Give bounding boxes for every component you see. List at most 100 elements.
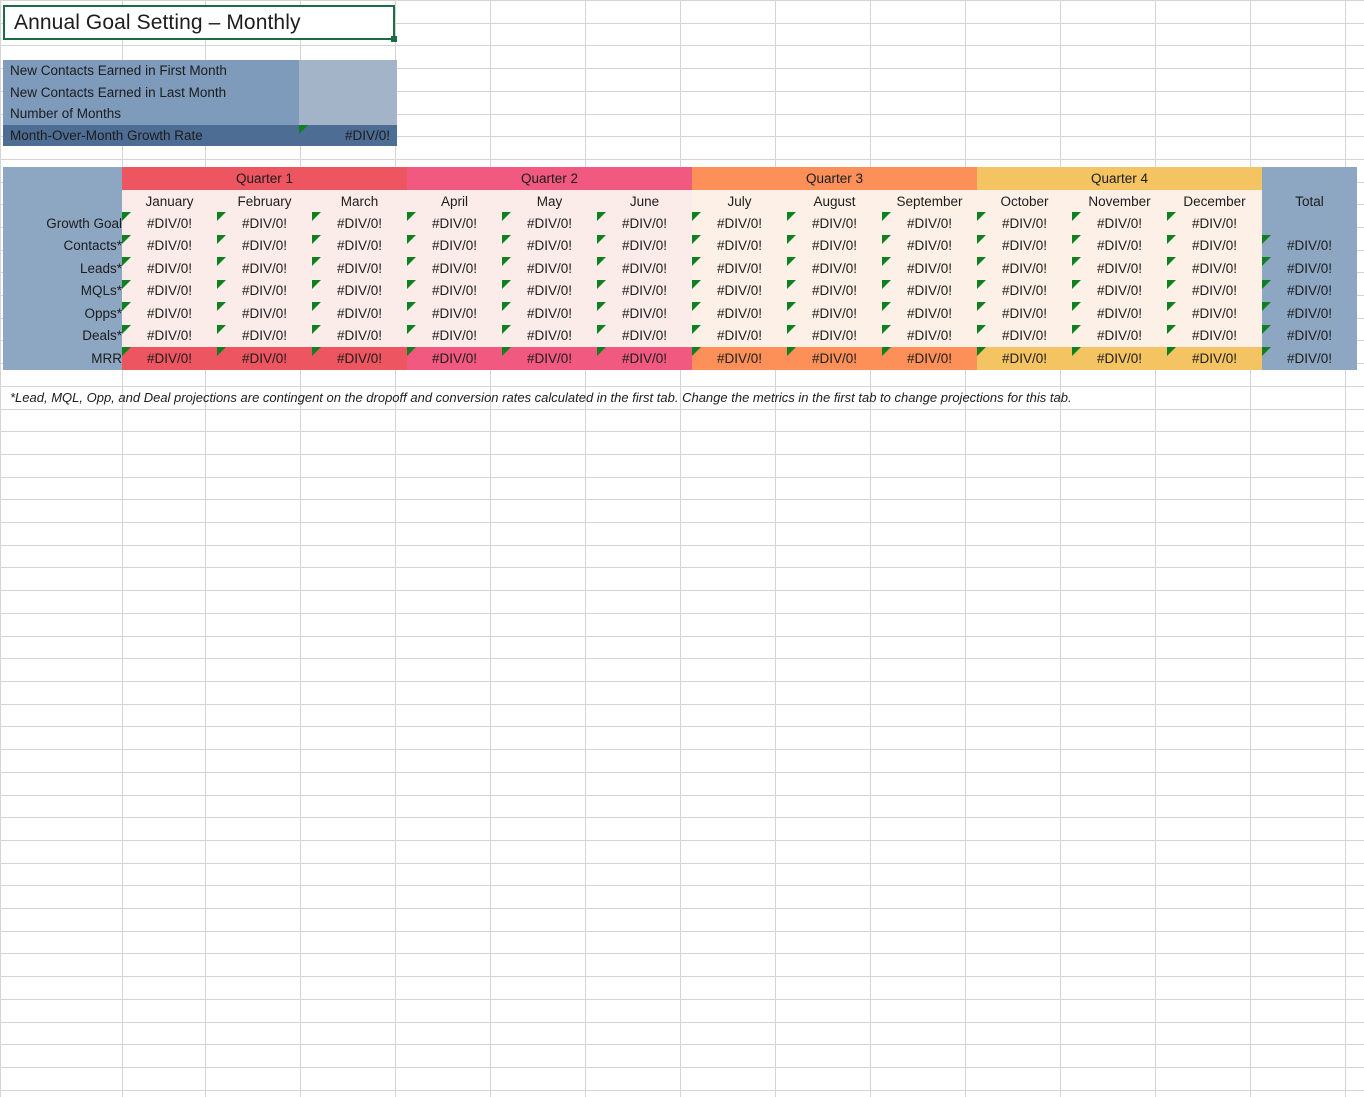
cell-growthgoal-january[interactable]: #DIV/0! <box>122 212 217 235</box>
cell-leads-august[interactable]: #DIV/0! <box>787 257 882 280</box>
selection-fill-handle[interactable] <box>391 36 397 42</box>
cell-deals-march[interactable]: #DIV/0! <box>312 324 407 347</box>
cell-mqls-total[interactable]: #DIV/0! <box>1262 279 1357 302</box>
cell-contacts-december[interactable]: #DIV/0! <box>1167 234 1262 257</box>
cell-mqls-september[interactable]: #DIV/0! <box>882 279 977 302</box>
cell-leads-december[interactable]: #DIV/0! <box>1167 257 1262 280</box>
cell-growthgoal-july[interactable]: #DIV/0! <box>692 212 787 235</box>
cell-opps-july[interactable]: #DIV/0! <box>692 302 787 325</box>
cell-contacts-august[interactable]: #DIV/0! <box>787 234 882 257</box>
cell-opps-december[interactable]: #DIV/0! <box>1167 302 1262 325</box>
assumption-value-input[interactable] <box>299 81 397 103</box>
cell-mrr-september[interactable]: #DIV/0! <box>882 347 977 370</box>
cell-growthgoal-april[interactable]: #DIV/0! <box>407 212 502 235</box>
cell-opps-november[interactable]: #DIV/0! <box>1072 302 1167 325</box>
cell-opps-june[interactable]: #DIV/0! <box>597 302 692 325</box>
cell-mrr-june[interactable]: #DIV/0! <box>597 347 692 370</box>
cell-mrr-march[interactable]: #DIV/0! <box>312 347 407 370</box>
cell-mqls-august[interactable]: #DIV/0! <box>787 279 882 302</box>
cell-contacts-march[interactable]: #DIV/0! <box>312 234 407 257</box>
cell-value: #DIV/0! <box>716 215 763 231</box>
cell-mqls-january[interactable]: #DIV/0! <box>122 279 217 302</box>
cell-deals-may[interactable]: #DIV/0! <box>502 324 597 347</box>
cell-mqls-april[interactable]: #DIV/0! <box>407 279 502 302</box>
cell-mrr-february[interactable]: #DIV/0! <box>217 347 312 370</box>
cell-leads-november[interactable]: #DIV/0! <box>1072 257 1167 280</box>
cell-mqls-october[interactable]: #DIV/0! <box>977 279 1072 302</box>
cell-contacts-june[interactable]: #DIV/0! <box>597 234 692 257</box>
cell-growthgoal-october[interactable]: #DIV/0! <box>977 212 1072 235</box>
assumption-value-input[interactable] <box>299 103 397 125</box>
cell-mrr-may[interactable]: #DIV/0! <box>502 347 597 370</box>
cell-leads-total[interactable]: #DIV/0! <box>1262 257 1357 280</box>
cell-leads-january[interactable]: #DIV/0! <box>122 257 217 280</box>
cell-mqls-february[interactable]: #DIV/0! <box>217 279 312 302</box>
cell-opps-march[interactable]: #DIV/0! <box>312 302 407 325</box>
cell-deals-july[interactable]: #DIV/0! <box>692 324 787 347</box>
cell-deals-august[interactable]: #DIV/0! <box>787 324 882 347</box>
cell-mqls-november[interactable]: #DIV/0! <box>1072 279 1167 302</box>
cell-value: #DIV/0! <box>621 215 668 231</box>
cell-contacts-january[interactable]: #DIV/0! <box>122 234 217 257</box>
cell-contacts-november[interactable]: #DIV/0! <box>1072 234 1167 257</box>
cell-growthgoal-february[interactable]: #DIV/0! <box>217 212 312 235</box>
cell-contacts-october[interactable]: #DIV/0! <box>977 234 1072 257</box>
cell-deals-february[interactable]: #DIV/0! <box>217 324 312 347</box>
cell-deals-december[interactable]: #DIV/0! <box>1167 324 1262 347</box>
cell-mqls-may[interactable]: #DIV/0! <box>502 279 597 302</box>
cell-mrr-november[interactable]: #DIV/0! <box>1072 347 1167 370</box>
comment-flag-icon <box>1072 302 1081 311</box>
cell-growthgoal-november[interactable]: #DIV/0! <box>1072 212 1167 235</box>
cell-deals-september[interactable]: #DIV/0! <box>882 324 977 347</box>
cell-leads-july[interactable]: #DIV/0! <box>692 257 787 280</box>
cell-mqls-june[interactable]: #DIV/0! <box>597 279 692 302</box>
cell-contacts-total[interactable]: #DIV/0! <box>1262 234 1357 257</box>
cell-growthgoal-total[interactable] <box>1262 212 1357 235</box>
cell-deals-june[interactable]: #DIV/0! <box>597 324 692 347</box>
cell-deals-april[interactable]: #DIV/0! <box>407 324 502 347</box>
cell-mqls-july[interactable]: #DIV/0! <box>692 279 787 302</box>
cell-contacts-september[interactable]: #DIV/0! <box>882 234 977 257</box>
cell-leads-june[interactable]: #DIV/0! <box>597 257 692 280</box>
cell-leads-march[interactable]: #DIV/0! <box>312 257 407 280</box>
cell-contacts-april[interactable]: #DIV/0! <box>407 234 502 257</box>
cell-deals-january[interactable]: #DIV/0! <box>122 324 217 347</box>
cell-opps-may[interactable]: #DIV/0! <box>502 302 597 325</box>
cell-mrr-december[interactable]: #DIV/0! <box>1167 347 1262 370</box>
cell-opps-september[interactable]: #DIV/0! <box>882 302 977 325</box>
assumption-value-result[interactable]: #DIV/0! <box>299 124 397 146</box>
cell-mrr-july[interactable]: #DIV/0! <box>692 347 787 370</box>
cell-growthgoal-june[interactable]: #DIV/0! <box>597 212 692 235</box>
cell-growthgoal-may[interactable]: #DIV/0! <box>502 212 597 235</box>
cell-contacts-may[interactable]: #DIV/0! <box>502 234 597 257</box>
cell-mqls-march[interactable]: #DIV/0! <box>312 279 407 302</box>
sheet-title-cell[interactable]: Annual Goal Setting – Monthly <box>3 5 395 40</box>
cell-deals-november[interactable]: #DIV/0! <box>1072 324 1167 347</box>
cell-opps-january[interactable]: #DIV/0! <box>122 302 217 325</box>
cell-growthgoal-march[interactable]: #DIV/0! <box>312 212 407 235</box>
cell-mrr-october[interactable]: #DIV/0! <box>977 347 1072 370</box>
cell-leads-april[interactable]: #DIV/0! <box>407 257 502 280</box>
cell-contacts-february[interactable]: #DIV/0! <box>217 234 312 257</box>
cell-leads-september[interactable]: #DIV/0! <box>882 257 977 280</box>
cell-mrr-january[interactable]: #DIV/0! <box>122 347 217 370</box>
cell-mqls-december[interactable]: #DIV/0! <box>1167 279 1262 302</box>
cell-mrr-april[interactable]: #DIV/0! <box>407 347 502 370</box>
cell-mrr-total[interactable]: #DIV/0! <box>1262 347 1357 370</box>
cell-contacts-july[interactable]: #DIV/0! <box>692 234 787 257</box>
cell-growthgoal-august[interactable]: #DIV/0! <box>787 212 882 235</box>
cell-opps-october[interactable]: #DIV/0! <box>977 302 1072 325</box>
cell-opps-august[interactable]: #DIV/0! <box>787 302 882 325</box>
assumption-value-input[interactable] <box>299 60 397 82</box>
cell-opps-april[interactable]: #DIV/0! <box>407 302 502 325</box>
cell-leads-may[interactable]: #DIV/0! <box>502 257 597 280</box>
cell-mrr-august[interactable]: #DIV/0! <box>787 347 882 370</box>
cell-opps-february[interactable]: #DIV/0! <box>217 302 312 325</box>
cell-leads-october[interactable]: #DIV/0! <box>977 257 1072 280</box>
cell-growthgoal-december[interactable]: #DIV/0! <box>1167 212 1262 235</box>
cell-deals-total[interactable]: #DIV/0! <box>1262 324 1357 347</box>
cell-deals-october[interactable]: #DIV/0! <box>977 324 1072 347</box>
cell-leads-february[interactable]: #DIV/0! <box>217 257 312 280</box>
cell-opps-total[interactable]: #DIV/0! <box>1262 302 1357 325</box>
cell-growthgoal-september[interactable]: #DIV/0! <box>882 212 977 235</box>
